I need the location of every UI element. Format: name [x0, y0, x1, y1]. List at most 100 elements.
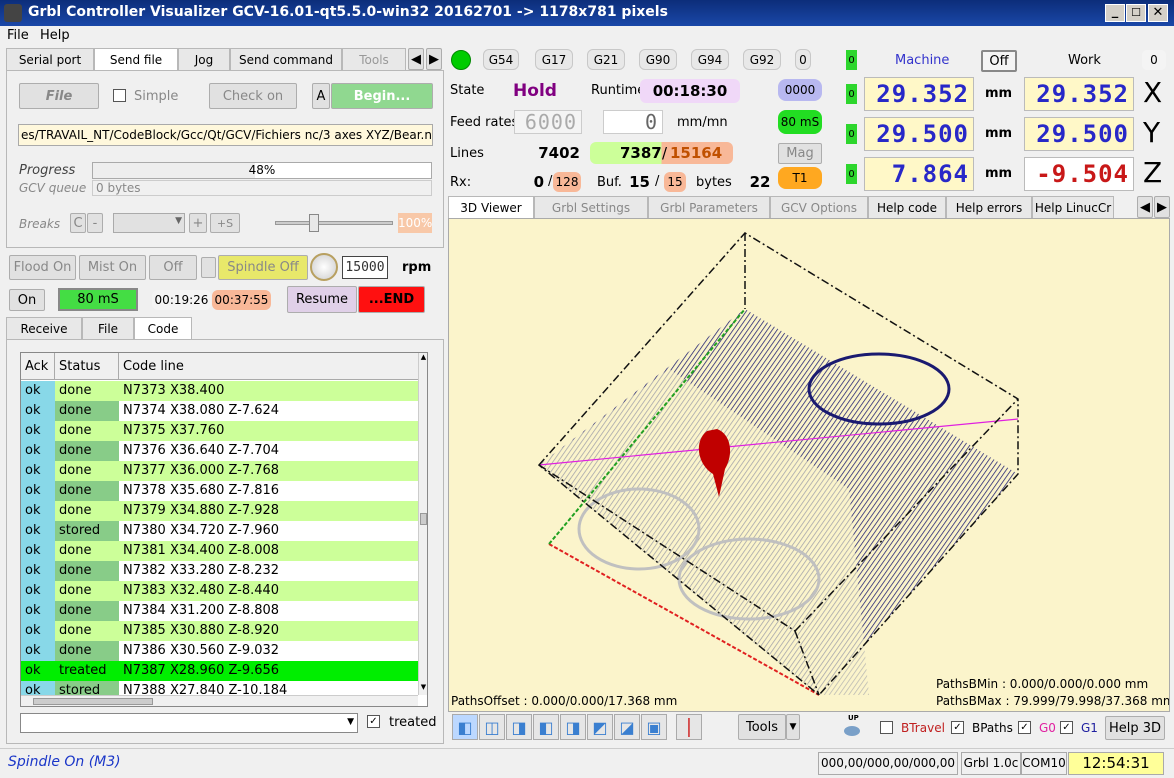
table-hscrollbar[interactable] [21, 695, 418, 706]
menu-file[interactable]: File [7, 28, 29, 43]
view-cube-icon[interactable]: ▣ [641, 714, 667, 740]
view-left-icon[interactable]: ◧ [533, 714, 559, 740]
table-vscrollbar[interactable]: ▲ ▼ [418, 353, 427, 695]
bpaths-checkbox[interactable]: ✓ [951, 721, 964, 734]
check-on-button[interactable]: Check on [209, 83, 297, 109]
btravel-checkbox[interactable] [880, 721, 893, 734]
treated-checkbox[interactable]: ✓ [367, 715, 380, 728]
on-button[interactable]: On [9, 289, 45, 311]
spindle-off-button[interactable]: Spindle Off [218, 255, 308, 280]
tools-dropdown[interactable]: ▼ [786, 714, 800, 740]
breaks-combo[interactable]: ▼ [113, 213, 185, 233]
right-tab-2[interactable]: Grbl Parameters [648, 196, 770, 218]
table-row[interactable]: ok done N7377 X36.000 Z-7.768 [21, 461, 418, 481]
status-clock: 12:54:31 [1068, 752, 1164, 775]
tab-send-file[interactable]: Send file [94, 48, 178, 71]
tab-scroll-left[interactable]: ◀ [408, 48, 424, 70]
spindle-dial-icon[interactable] [310, 253, 338, 281]
tab-scroll-right[interactable]: ▶ [426, 48, 442, 70]
scroll-down-arrow[interactable]: ▼ [419, 683, 427, 693]
table-row[interactable]: ok done N7383 X32.480 Z-8.440 [21, 581, 418, 601]
filter-combo[interactable]: ▼ [20, 713, 358, 733]
table-row[interactable]: ok done N7376 X36.640 Z-7.704 [21, 441, 418, 461]
view-iso-icon[interactable]: ◧ [452, 714, 478, 740]
table-row[interactable]: ok treated N7387 X28.960 Z-9.656 [21, 661, 418, 681]
hscroll-thumb[interactable] [33, 698, 153, 705]
a-button[interactable]: A [312, 83, 330, 109]
right-tab-4[interactable]: Help code [868, 196, 946, 218]
file-path-field[interactable]: es/TRAVAIL_NT/CodeBlock/Gcc/Qt/GCV/Fichi… [18, 124, 433, 146]
flood-on-button[interactable]: Flood On [9, 255, 76, 280]
view-right-icon[interactable]: ◨ [560, 714, 586, 740]
view-top-icon[interactable]: ◩ [587, 714, 613, 740]
row-ack: ok [21, 541, 55, 561]
table-row[interactable]: ok done N7378 X35.680 Z-7.816 [21, 481, 418, 501]
menu-help[interactable]: Help [40, 28, 70, 43]
file-button[interactable]: File [19, 83, 99, 109]
right-tab-5[interactable]: Help errors [946, 196, 1032, 218]
feed-slider-handle[interactable] [309, 214, 319, 232]
table-row[interactable]: ok done N7373 X38.400 [21, 381, 418, 401]
tab-serial-port[interactable]: Serial port [6, 48, 94, 70]
begin-button[interactable]: Begin... [331, 83, 433, 109]
breaks-minus-button[interactable]: - [87, 213, 103, 233]
view-front-icon[interactable]: ◫ [479, 714, 505, 740]
tab-code[interactable]: Code [134, 317, 192, 340]
header-code-line[interactable]: Code line [119, 353, 418, 380]
tab-file[interactable]: File [82, 317, 134, 339]
breaks-plus-button[interactable]: + [189, 213, 207, 233]
tab-send-command[interactable]: Send command [230, 48, 342, 70]
g1-checkbox[interactable]: ✓ [1060, 721, 1073, 734]
scroll-up-arrow[interactable]: ▲ [419, 353, 427, 363]
minimize-button[interactable]: _ [1105, 4, 1125, 22]
table-row[interactable]: ok done N7386 X30.560 Z-9.032 [21, 641, 418, 661]
simple-checkbox[interactable] [113, 89, 126, 102]
off-toggle[interactable]: Off [981, 50, 1017, 72]
table-row[interactable]: ok done N7385 X30.880 Z-8.920 [21, 621, 418, 641]
simple-label: Simple [134, 89, 179, 104]
table-row[interactable]: ok done N7382 X33.280 Z-8.232 [21, 561, 418, 581]
right-tab-0[interactable]: 3D Viewer [448, 196, 534, 219]
right-tab-1[interactable]: Grbl Settings [534, 196, 648, 218]
table-row[interactable]: ok done N7381 X34.400 Z-8.008 [21, 541, 418, 561]
row-status: stored [55, 521, 119, 541]
header-status[interactable]: Status [55, 353, 119, 380]
right-tab-3[interactable]: GCV Options [770, 196, 868, 218]
tools-button[interactable]: Tools [738, 714, 786, 740]
error-code-badge: 0000 [778, 79, 822, 101]
coolant-off-button[interactable]: Off [149, 255, 197, 280]
breaks-plus-s-button[interactable]: +S [210, 213, 240, 233]
breaks-c-button[interactable]: C [70, 213, 86, 233]
right-tab-scroll-right[interactable]: ▶ [1154, 196, 1170, 218]
end-button[interactable]: ...END [358, 286, 425, 313]
scroll-thumb[interactable] [420, 513, 427, 525]
tab-tools[interactable]: Tools [342, 48, 406, 70]
maximize-button[interactable]: ☐ [1126, 4, 1146, 22]
g0-checkbox[interactable]: ✓ [1018, 721, 1031, 734]
view-back-icon[interactable]: ◨ [506, 714, 532, 740]
resume-button[interactable]: Resume [287, 286, 357, 313]
tab-jog[interactable]: Jog [178, 48, 230, 70]
view-bottom-icon[interactable]: ◪ [614, 714, 640, 740]
chevron-down-icon: ▼ [347, 717, 354, 727]
tool-view-icon[interactable]: │ [676, 714, 702, 740]
spindle-toggle-small[interactable] [201, 257, 216, 278]
close-button[interactable]: ✕ [1148, 4, 1168, 22]
3d-viewer[interactable]: PathsOffset : 0.000/0.000/17.368 mm Path… [448, 218, 1170, 712]
feed-slider-track[interactable] [275, 221, 393, 225]
table-row[interactable]: ok done N7384 X31.200 Z-8.808 [21, 601, 418, 621]
mag-button[interactable]: Mag [778, 143, 822, 164]
toolpath-view[interactable] [449, 219, 1170, 712]
table-row[interactable]: ok stored N7380 X34.720 Z-7.960 [21, 521, 418, 541]
right-tab-6[interactable]: Help LinucCr [1032, 196, 1114, 218]
table-row[interactable]: ok done N7375 X37.760 [21, 421, 418, 441]
tab-receive[interactable]: Receive [6, 317, 82, 339]
header-ack[interactable]: Ack [21, 353, 55, 380]
up-icon[interactable]: UP [842, 714, 862, 738]
mist-on-button[interactable]: Mist On [79, 255, 146, 280]
help-3d-button[interactable]: Help 3D [1105, 716, 1165, 740]
right-tab-scroll-left[interactable]: ◀ [1137, 196, 1153, 218]
gcode-mode-0: G54 [483, 49, 519, 70]
table-row[interactable]: ok done N7374 X38.080 Z-7.624 [21, 401, 418, 421]
table-row[interactable]: ok done N7379 X34.880 Z-7.928 [21, 501, 418, 521]
